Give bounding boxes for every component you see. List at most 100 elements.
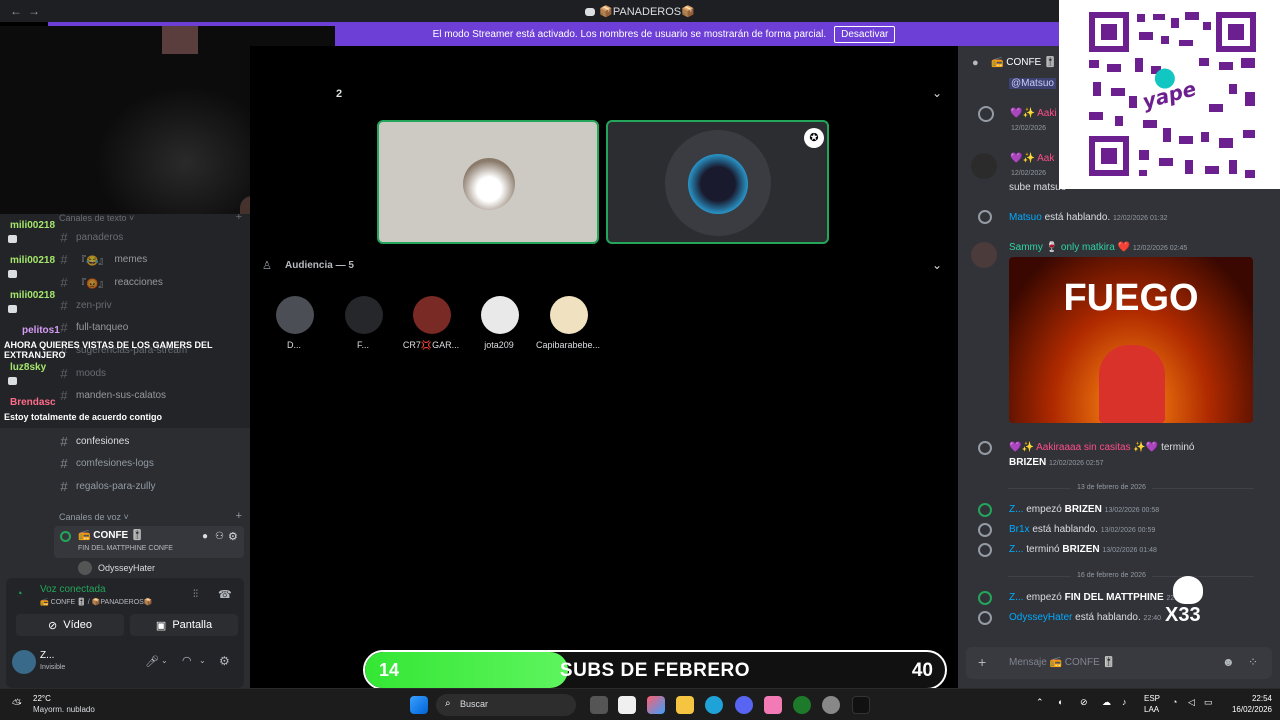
weather-icon[interactable]: ⛅︎ bbox=[12, 697, 22, 712]
avatar bbox=[345, 296, 383, 334]
battery-icon[interactable]: ▭ bbox=[1204, 697, 1213, 708]
headphones-icon[interactable]: ◠ bbox=[182, 654, 192, 667]
voice-channel-confe[interactable]: 📻 CONFE 🎚️ FIN DEL MATTPHINE CONFE ● ⚇ ⚙ bbox=[54, 526, 244, 558]
discord-icon[interactable] bbox=[735, 696, 753, 714]
chat-user[interactable]: 💜✨ Aak bbox=[1010, 153, 1054, 164]
chevron-down-icon[interactable]: ⌄ bbox=[161, 656, 168, 665]
channel-item[interactable]: # comfesiones-logs bbox=[58, 455, 153, 471]
edge-icon[interactable] bbox=[705, 696, 723, 714]
weather-temp[interactable]: 22°C bbox=[33, 694, 51, 703]
file-explorer-icon[interactable] bbox=[676, 696, 694, 714]
xbox-icon[interactable] bbox=[793, 696, 811, 714]
chat-badge-icon bbox=[8, 235, 17, 243]
language-code[interactable]: ESP bbox=[1144, 694, 1160, 703]
microphone-icon[interactable]: 🎤︎ bbox=[145, 655, 159, 668]
voice-member[interactable]: OdysseyHater bbox=[78, 561, 238, 577]
message-input[interactable]: + Mensaje 📻 CONFE 🎚️ ☻ ⁘ bbox=[966, 647, 1272, 679]
chat-system-message: Z... empezó FIN DEL MATTPHINE 22:40 bbox=[1009, 592, 1184, 603]
chat-system-message: Br1x está hablando. 13/02/2026 00:59 bbox=[1009, 524, 1156, 535]
chat-channel-name: 📻 CONFE 🎚️ bbox=[991, 57, 1057, 68]
audience-member[interactable]: Capibarabebe... bbox=[528, 296, 608, 356]
user-status: Invisible bbox=[40, 664, 66, 671]
windows-start-icon[interactable] bbox=[410, 696, 428, 714]
avatar[interactable] bbox=[971, 153, 997, 179]
elmo-figure bbox=[1099, 345, 1165, 423]
noise-suppression-icon[interactable]: ⫶⫶ bbox=[193, 589, 198, 600]
speaker-tile[interactable]: ✪ bbox=[606, 120, 829, 244]
chat-bubble-icon[interactable]: ● bbox=[202, 531, 208, 542]
banner-text: El modo Streamer está activado. Los nomb… bbox=[432, 28, 827, 40]
disconnect-icon[interactable]: ☎ bbox=[218, 588, 232, 601]
tray-app-icon[interactable]: ☁ bbox=[1102, 697, 1111, 708]
clock-date[interactable]: 16/02/2026 bbox=[1222, 705, 1272, 714]
chat-user[interactable]: 💜✨ Aaki bbox=[1010, 108, 1057, 119]
stage-ended-icon bbox=[978, 543, 992, 557]
chat-badge-icon bbox=[8, 305, 17, 313]
message-placeholder: Mensaje 📻 CONFE 🎚️ bbox=[1009, 657, 1116, 668]
timestamp: 12/02/2026 bbox=[1011, 170, 1047, 177]
weather-desc[interactable]: Mayorm. nublado bbox=[33, 705, 95, 714]
stage-view: 2 ⌄ ✪ ♙ Audiencia — 5 ⌄ D... F... CR7💢GA… bbox=[250, 46, 954, 688]
audience-member[interactable]: jota209 bbox=[459, 296, 539, 356]
mention[interactable]: @Matsuo bbox=[1009, 78, 1056, 89]
avatar[interactable] bbox=[12, 650, 36, 674]
stage-event-icon bbox=[978, 106, 994, 122]
speaker-tile[interactable] bbox=[377, 120, 599, 244]
clock-time[interactable]: 22:54 bbox=[1240, 694, 1272, 703]
store-icon[interactable] bbox=[618, 696, 636, 714]
gear-icon[interactable]: ⚙ bbox=[228, 530, 238, 543]
volume-icon[interactable]: ◁ bbox=[1188, 697, 1195, 708]
screen-share-icon: ▣ bbox=[155, 619, 167, 632]
taskbar-search[interactable]: ⌕ Buscar bbox=[436, 694, 576, 716]
subs-goal: 40 bbox=[911, 660, 933, 681]
apps-icon[interactable]: ⁘ bbox=[1248, 655, 1258, 669]
tiktok-icon[interactable] bbox=[852, 696, 870, 714]
audience-name: jota209 bbox=[484, 340, 514, 350]
obs-icon[interactable] bbox=[822, 696, 840, 714]
skull-icon bbox=[1173, 576, 1203, 604]
gear-icon[interactable]: ⚙ bbox=[219, 654, 230, 668]
voice-location[interactable]: 📻 CONFE 🎚️ / 📦PANADEROS📦 bbox=[40, 598, 153, 606]
emoji-icon[interactable]: ☻ bbox=[1222, 655, 1235, 669]
chat-system-message: 💜✨ Aakiraaaa sin casitas ✨💜 terminó bbox=[1009, 442, 1195, 453]
wifi-icon[interactable]: ◔ bbox=[1172, 697, 1177, 707]
chevron-down-icon[interactable]: ⌄ bbox=[199, 656, 206, 665]
yape-qr-code: yape bbox=[1059, 0, 1280, 189]
add-voice-channel-icon[interactable]: + bbox=[236, 510, 242, 522]
fuego-gif[interactable]: FUEGO bbox=[1009, 257, 1253, 423]
tray-app-icon[interactable]: ◐ bbox=[1058, 697, 1063, 707]
stage-icon bbox=[60, 531, 71, 542]
windows-taskbar: ⛅︎ 22°C Mayorm. nublado ⌕ Buscar ⌃ ◐ ⊘ ☁… bbox=[0, 688, 1280, 720]
plus-icon[interactable]: + bbox=[978, 654, 986, 670]
screen-share-button[interactable]: ▣ Pantalla bbox=[130, 614, 238, 636]
task-view-icon[interactable] bbox=[590, 696, 608, 714]
microphone-icon[interactable]: ♪ bbox=[1122, 697, 1127, 707]
paint-icon[interactable] bbox=[764, 696, 782, 714]
audience-icon: ♙ bbox=[262, 260, 272, 272]
stage-started-icon bbox=[978, 591, 992, 605]
voice-category-label[interactable]: Canales de voz ˅ bbox=[59, 512, 129, 522]
audience-member[interactable]: D... bbox=[254, 296, 334, 356]
avatar[interactable] bbox=[971, 242, 997, 268]
chevron-down-icon[interactable]: ⌄ bbox=[932, 258, 942, 272]
chevron-down-icon[interactable]: ⌄ bbox=[932, 86, 942, 100]
user-name: Z... bbox=[40, 650, 55, 661]
invite-user-icon[interactable]: ⚇ bbox=[215, 531, 224, 542]
video-button[interactable]: ⊘ Vídeo bbox=[16, 614, 124, 636]
qr-code-graphic: yape bbox=[1089, 12, 1256, 178]
user-panel: Z... Invisible 🎤︎ ⌄ ◠ ⌄ ⚙ bbox=[6, 642, 244, 688]
avatar bbox=[481, 296, 519, 334]
chat-bubble-icon: ● bbox=[972, 57, 979, 69]
chat-system-message: Z... empezó BRIZEN 13/02/2026 00:58 bbox=[1009, 504, 1160, 515]
deactivate-button[interactable]: Desactivar bbox=[834, 25, 896, 43]
channel-item[interactable]: # regalos-para-zully bbox=[58, 478, 155, 494]
tray-app-icon[interactable]: ⊘ bbox=[1080, 697, 1088, 708]
wall-poster bbox=[162, 26, 198, 54]
chat-system-message: OdysseyHater está hablando. 22:40 bbox=[1009, 612, 1162, 623]
channel-item[interactable]: # confesiones bbox=[58, 433, 129, 449]
copilot-icon[interactable] bbox=[647, 696, 665, 714]
tray-chevron-icon[interactable]: ⌃ bbox=[1036, 697, 1044, 708]
language-layout[interactable]: LAA bbox=[1144, 705, 1159, 714]
voice-channel-name: 📻 CONFE 🎚️ bbox=[78, 530, 144, 541]
chat-user[interactable]: Sammy 🍷 only matkira ❤️ 12/02/2026 02:45 bbox=[1009, 242, 1187, 253]
